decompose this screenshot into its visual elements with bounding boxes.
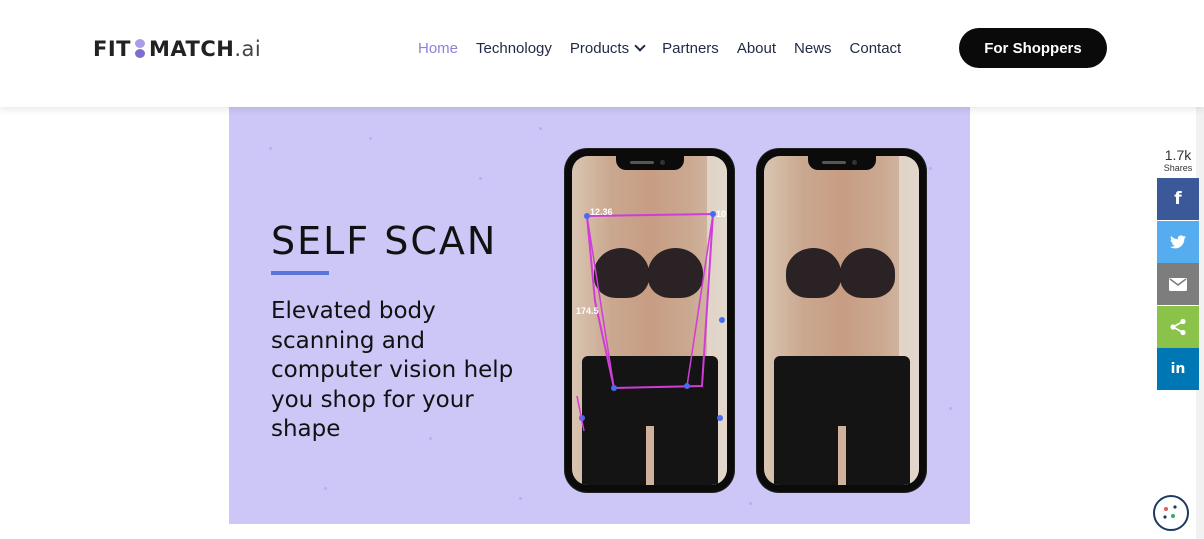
logo-text-match: MATCH (148, 37, 235, 61)
nav-contact[interactable]: Contact (850, 40, 902, 57)
cookie-icon (1163, 505, 1177, 519)
hero-title: SELF SCAN (271, 219, 498, 263)
nav-products[interactable]: Products (569, 40, 646, 57)
nav-about[interactable]: About (737, 40, 776, 57)
site-header: FIT MATCH .ai Home Technology Products P… (0, 0, 1204, 107)
share-button[interactable] (1157, 306, 1199, 348)
nav-technology[interactable]: Technology (476, 40, 552, 57)
title-underline (271, 271, 329, 275)
phone-photo-image (757, 149, 926, 492)
cookie-settings-button[interactable] (1153, 495, 1189, 531)
scan-measure-label: 10 (716, 209, 727, 219)
share-icon (1170, 318, 1186, 336)
phone-scan-image: 12.36 10 174.5 (565, 149, 734, 492)
site-logo[interactable]: FIT MATCH .ai (93, 35, 261, 63)
share-count-label: Shares (1163, 163, 1193, 173)
nav-home[interactable]: Home (418, 40, 458, 57)
scan-measure-label: 174.5 (576, 306, 599, 316)
nav-partners[interactable]: Partners (662, 40, 719, 57)
facebook-share-button[interactable]: f (1157, 178, 1199, 220)
facebook-icon: f (1174, 189, 1182, 209)
scan-measure-label: 12.36 (590, 207, 613, 217)
hero-banner: SELF SCAN Elevated body scanning and com… (229, 107, 970, 524)
scan-overlay (576, 211, 725, 432)
linkedin-share-button[interactable]: in (1157, 348, 1199, 390)
logo-text-fit: FIT (93, 37, 131, 61)
linkedin-icon: in (1170, 361, 1186, 377)
twitter-share-button[interactable] (1157, 221, 1199, 263)
main-nav: Home Technology Products Partners About … (418, 40, 919, 57)
logo-text-ai: .ai (234, 37, 262, 61)
share-count: 1.7k (1164, 147, 1192, 163)
nav-news[interactable]: News (794, 40, 832, 57)
nav-products-label: Products (569, 40, 630, 57)
email-icon (1169, 277, 1187, 291)
for-shoppers-button[interactable]: For Shoppers (959, 28, 1107, 68)
logo-mark-icon (134, 39, 146, 59)
chevron-down-icon (634, 40, 646, 52)
hero-description: Elevated body scanning and computer visi… (271, 298, 514, 442)
twitter-icon (1170, 235, 1186, 249)
email-share-button[interactable] (1157, 263, 1199, 305)
